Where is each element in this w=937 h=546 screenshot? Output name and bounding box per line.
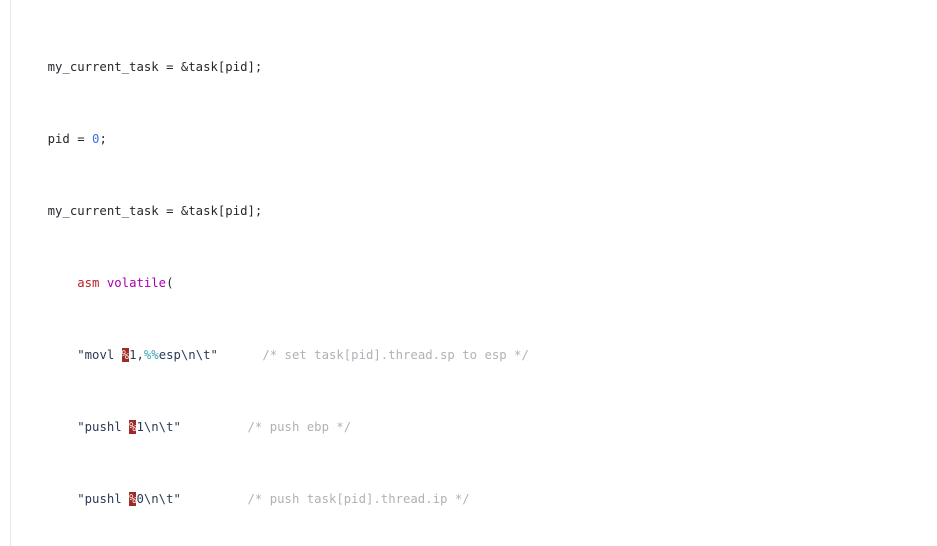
code-content[interactable]: my_current_task = &task[pid]; pid = 0; m… <box>0 0 937 546</box>
code-token: ; <box>99 132 107 146</box>
highlighted-token: % <box>121 348 130 362</box>
comment-token: /* push ebp */ <box>247 420 352 434</box>
keyword-token: volatile <box>106 276 167 290</box>
code-editor[interactable]: my_current_task = &task[pid]; pid = 0; m… <box>0 0 937 546</box>
code-token: my_current_task = &task[pid]; <box>18 60 263 74</box>
string-token: "movl <box>77 348 122 362</box>
string-token: "pushl <box>77 420 130 434</box>
string-token: "pushl <box>77 492 130 506</box>
code-line[interactable]: "pushl %1\n\t" /* push ebp */ <box>0 418 937 436</box>
code-line[interactable]: my_current_task = &task[pid]; <box>0 58 937 76</box>
code-line[interactable]: "pushl %0\n\t" /* push task[pid].thread.… <box>0 490 937 508</box>
string-token: 1, <box>129 348 144 362</box>
code-line[interactable]: my_current_task = &task[pid]; <box>0 202 937 220</box>
string-token: esp\n\t" <box>158 348 218 362</box>
keyword-token: asm <box>77 276 100 290</box>
comment-token: /* push task[pid].thread.ip */ <box>247 492 470 506</box>
code-line[interactable]: "movl %1,%%esp\n\t" /* set task[pid].thr… <box>0 346 937 364</box>
string-token: 0\n\t" <box>136 492 181 506</box>
code-line[interactable]: pid = 0; <box>0 130 937 148</box>
code-token: ( <box>166 276 174 290</box>
comment-token: /* set task[pid].thread.sp to esp */ <box>262 348 529 362</box>
code-token: pid = <box>18 132 93 146</box>
string-token: 1\n\t" <box>136 420 181 434</box>
code-line[interactable]: asm volatile( <box>0 274 937 292</box>
format-token: %% <box>143 348 159 362</box>
code-token: my_current_task = &task[pid]; <box>18 204 263 218</box>
